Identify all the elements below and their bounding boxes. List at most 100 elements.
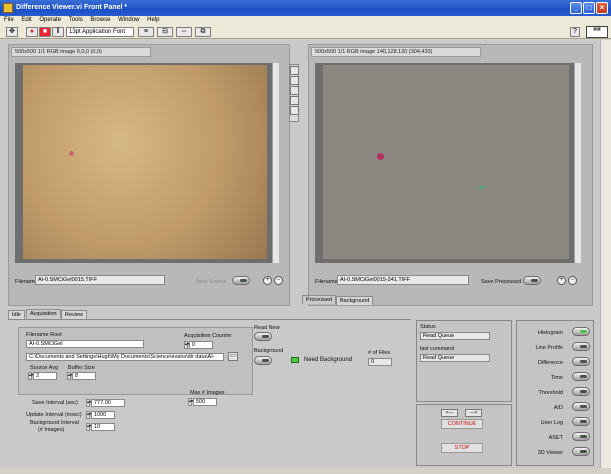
aset-label: ASET [548, 435, 563, 441]
processed-image-scrollbar[interactable] [574, 63, 581, 263]
max-images-field[interactable]: 500 [193, 398, 217, 406]
save-processed-label: Save Processed [481, 279, 522, 285]
update-interval-field[interactable]: 1000 [91, 411, 115, 419]
zoom-in-icon[interactable]: + [263, 276, 272, 285]
pointer-tool-icon[interactable] [290, 66, 299, 75]
freehand-tool-icon[interactable] [290, 106, 299, 115]
close-button[interactable]: × [596, 2, 608, 14]
buffer-size-spinner[interactable]: ▴▾ [67, 372, 72, 380]
font-select[interactable]: 13pt Application Font [66, 27, 134, 37]
source-image-pane: 500x500 1/1 RGB image 0,0,0 (0,0) Filena… [8, 44, 290, 306]
align-icon[interactable]: ≡ [138, 27, 154, 37]
background-interval-field[interactable]: 10 [91, 423, 115, 431]
help-button[interactable]: ? [570, 27, 580, 37]
controls-group: <--- ---> CONTINUE STOP [416, 404, 512, 466]
filename-root-field[interactable]: AI-0.SMCiGel [26, 340, 144, 348]
update-interval-label: Update Interval (msec) [26, 412, 82, 418]
user-log-toggle[interactable] [572, 417, 590, 426]
browse-folder-icon[interactable]: ▭ [228, 352, 238, 361]
status-group: Status Read Queue last command Read Queu… [416, 320, 512, 402]
tab-processed[interactable]: Processed [302, 295, 336, 304]
processed-image-pane: 500x500 1/1 RGB image 140,128,120 (304,4… [308, 44, 593, 306]
source-avg-spinner[interactable]: ▴▾ [28, 372, 33, 380]
save-interval-spinner[interactable]: ▴▾ [86, 399, 91, 407]
menu-file[interactable]: File [4, 17, 14, 23]
source-image-display[interactable] [15, 63, 279, 263]
maximize-button[interactable]: □ [583, 2, 595, 14]
menu-edit[interactable]: Edit [21, 17, 31, 23]
source-filename-field[interactable]: AI-0.SMCiGel0015.TIFF [35, 275, 165, 285]
path-field[interactable]: C:\Documents and Settings\Hugh\My Docume… [26, 353, 224, 361]
difference-label: Difference [538, 360, 563, 366]
ad-toggle[interactable] [572, 402, 590, 411]
3d-viewer-toggle[interactable] [572, 447, 590, 456]
save-source-label: Save Source [195, 279, 227, 285]
processed-image [323, 65, 569, 259]
histogram-toggle[interactable] [572, 327, 590, 336]
acquisition-counter-field[interactable]: 0 [189, 341, 213, 349]
filename-root-label: Filename Root [26, 332, 62, 338]
buffer-size-field[interactable]: 8 [72, 372, 96, 380]
line-tool-icon[interactable] [290, 86, 299, 95]
source-avg-field[interactable]: 2 [33, 372, 57, 380]
save-source-toggle[interactable] [232, 276, 250, 285]
num-files-label: # of Files [368, 350, 391, 356]
processed-image-display[interactable] [315, 63, 581, 263]
processed-filename-label: Filename [315, 279, 338, 285]
time-toggle[interactable] [572, 372, 590, 381]
menu-window[interactable]: Window [118, 17, 139, 23]
next-button[interactable]: ---> [465, 409, 482, 417]
difference-toggle[interactable] [572, 357, 590, 366]
menu-help[interactable]: Help [147, 17, 159, 23]
menu-operate[interactable]: Operate [39, 17, 61, 23]
operate-tool-icon[interactable]: ✥ [6, 27, 18, 37]
window-title: Difference Viewer.vi Front Panel * [16, 4, 128, 11]
line-profile-toggle[interactable] [572, 342, 590, 351]
menu-browse[interactable]: Browse [90, 17, 110, 23]
source-image-scrollbar[interactable] [272, 63, 279, 263]
tab-background[interactable]: Background [336, 296, 374, 305]
app-icon [3, 3, 13, 13]
aset-toggle[interactable] [572, 432, 590, 441]
reorder-icon[interactable]: ⧉ [195, 27, 211, 37]
rectangle-tool-icon[interactable] [290, 76, 299, 85]
minimize-button[interactable]: _ [570, 2, 582, 14]
continue-button[interactable]: CONTINUE [441, 419, 483, 429]
pause-icon[interactable]: ‖ [52, 27, 64, 37]
zoom-out-icon[interactable]: − [568, 276, 577, 285]
save-interval-field[interactable]: 777.00 [91, 399, 125, 407]
resize-icon[interactable]: ⇔ [176, 27, 192, 37]
zoom-out-icon[interactable]: − [274, 276, 283, 285]
num-files-field: 0 [368, 358, 392, 366]
tab-idle[interactable]: Idle [8, 310, 25, 319]
last-command-field: Read Queue [420, 354, 490, 362]
background-interval-spinner[interactable]: ▴▾ [86, 423, 91, 431]
read-new-label: Read New [254, 325, 280, 331]
threshold-label: Threshold [538, 390, 563, 396]
update-interval-spinner[interactable]: ▴▾ [86, 411, 91, 419]
background-interval-label: Background Interval [30, 420, 79, 426]
polygon-tool-icon[interactable] [290, 96, 299, 105]
run-continuously-icon[interactable]: ● [26, 27, 38, 37]
tab-acquisition[interactable]: Acquisition [26, 309, 61, 318]
processed-image-info: 500x500 1/1 RGB image 140,128,120 (304,4… [311, 47, 481, 57]
menu-tools[interactable]: Tools [69, 17, 83, 23]
stop-button[interactable]: STOP [441, 443, 483, 453]
zoom-in-icon[interactable]: + [557, 276, 566, 285]
tab-review[interactable]: Review [61, 310, 88, 319]
window-vertical-scrollbar[interactable] [600, 40, 611, 468]
threshold-toggle[interactable] [572, 387, 590, 396]
abort-icon[interactable]: ■ [39, 27, 51, 37]
processed-filename-field[interactable]: AI-0.SMCiGel0015-241.TIFF [337, 275, 469, 285]
acquisition-counter-label: Acquisition Counter [184, 333, 232, 339]
need-background-label: Need Background [304, 357, 353, 363]
prev-button[interactable]: <--- [441, 409, 458, 417]
read-new-toggle[interactable] [254, 332, 272, 341]
front-panel: 500x500 1/1 RGB image 0,0,0 (0,0) Filena… [0, 40, 600, 468]
background-interval-sublabel: (# Images) [38, 427, 65, 433]
distribute-icon[interactable]: ⊟ [157, 27, 173, 37]
background-toggle[interactable] [254, 356, 272, 365]
max-images-spinner[interactable]: ▴▾ [188, 398, 193, 406]
acquisition-counter-spinner[interactable]: ▴▾ [184, 341, 189, 349]
save-processed-toggle[interactable] [523, 276, 541, 285]
